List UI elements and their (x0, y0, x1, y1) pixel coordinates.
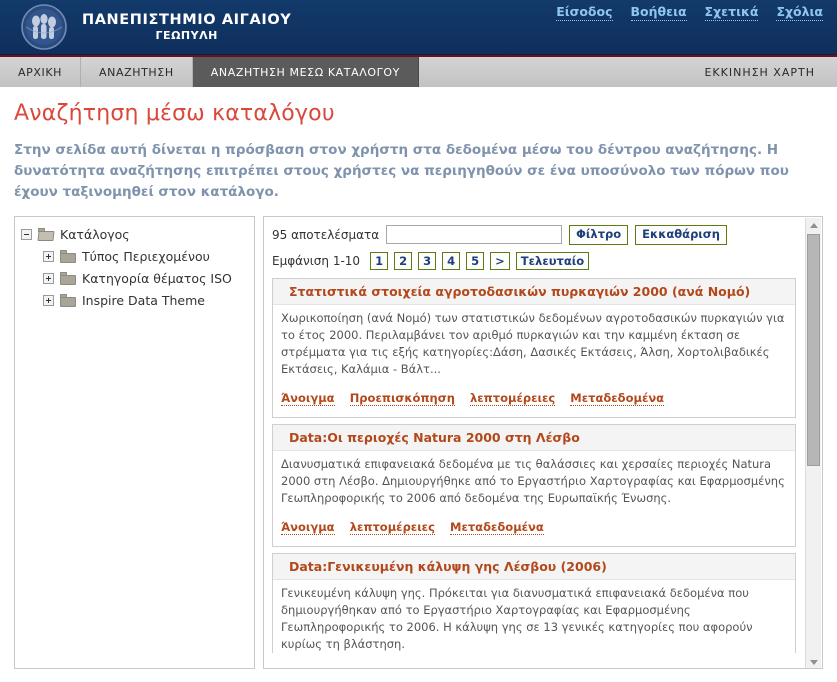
result-card: Data:Γενικευμένη κάλυψη γης Λέσβου (2006… (272, 552, 796, 653)
folder-closed-icon (60, 272, 76, 286)
filter-input[interactable] (386, 225, 563, 245)
tree-node-content-type[interactable]: Τύπος Περιεχομένου (21, 246, 250, 268)
university-seal-icon (16, 4, 72, 51)
tree-node-label: Τύπος Περιεχομένου (82, 249, 210, 265)
page-button-next[interactable]: > (490, 251, 510, 270)
result-link-open[interactable]: Άνοιγμα (281, 390, 335, 406)
result-link-open[interactable]: Άνοιγμα (281, 519, 335, 535)
content-columns: Κατάλογος Τύπος Περιεχομένου Κατηγορία θ… (14, 215, 823, 669)
page-button-3[interactable]: 3 (418, 251, 437, 270)
site-header: ΠΑΝΕΠΙΣΤΗΜΙΟ ΑΙΓΑΙΟΥ ΓΕΩΠΥΛΗ Είσοδος Βοή… (0, 0, 837, 55)
tree-node-inspire-data-theme[interactable]: Inspire Data Theme (21, 290, 250, 312)
result-link-details[interactable]: λεπτομέρειες (469, 390, 556, 406)
results-count-label: 95 αποτελέσματα (272, 227, 380, 242)
result-link-preview[interactable]: Προεπισκόπηση (349, 390, 455, 406)
top-link-about[interactable]: Σχετικά (704, 4, 759, 21)
tree-node-iso-topic-category[interactable]: Κατηγορία θέματος ISO (21, 268, 250, 290)
tab-catalog-search[interactable]: ΑΝΑΖΗΤΗΣΗ ΜΕΣΩ ΚΑΤΑΛΟΓΟΥ (192, 57, 419, 87)
filter-button[interactable]: Φίλτρο (569, 224, 629, 245)
top-link-help[interactable]: Βοήθεια (630, 4, 687, 21)
results-scrollbar[interactable] (805, 217, 822, 668)
clear-button[interactable]: Εκκαθάριση (635, 224, 727, 245)
result-title[interactable]: Στατιστικά στοιχεία αγροτοδασικών πυρκαγ… (273, 278, 795, 305)
page-body: Αναζήτηση μέσω καταλόγου Στην σελίδα αυτ… (0, 87, 837, 669)
scrollbar-thumb[interactable] (807, 233, 820, 466)
result-description: Γενικευμένη κάλυψη γης. Πρόκειται για δι… (281, 585, 753, 651)
expand-toggle-icon[interactable] (43, 251, 54, 263)
results-inner: 95 αποτελέσματα Φίλτρο Εκκαθάριση Εμφάνι… (264, 217, 822, 668)
showing-range-label: Εμφάνιση 1-10 (272, 253, 361, 268)
result-card: Στατιστικά στοιχεία αγροτοδασικών πυρκαγ… (272, 277, 796, 418)
result-description: Διανυσματικά επιφανειακά δεδομένα με τις… (281, 456, 785, 505)
top-link-comments[interactable]: Σχόλια (776, 4, 823, 21)
scroll-down-arrow-icon[interactable] (806, 655, 822, 668)
filter-row: 95 αποτελέσματα Φίλτρο Εκκαθάριση (272, 224, 812, 245)
tab-launch-map[interactable]: ΕΚΚΙΝΗΣΗ ΧΑΡΤΗ (686, 57, 837, 87)
expand-toggle-icon[interactable] (43, 273, 54, 285)
expand-toggle-icon[interactable] (43, 295, 54, 307)
tree-node-catalog[interactable]: Κατάλογος (21, 224, 250, 246)
result-link-metadata[interactable]: Μεταδεδομένα (570, 390, 665, 406)
folder-open-icon (37, 228, 55, 242)
result-cards-list: Στατιστικά στοιχεία αγροτοδασικών πυρκαγ… (272, 277, 812, 653)
tree-node-label: Κατάλογος (60, 227, 130, 243)
results-panel: 95 αποτελέσματα Φίλτρο Εκκαθάριση Εμφάνι… (263, 215, 823, 669)
page-button-last[interactable]: Τελευταίο (515, 251, 590, 270)
page-button-2[interactable]: 2 (394, 251, 413, 270)
tab-search[interactable]: ΑΝΑΖΗΤΗΣΗ (81, 57, 193, 87)
result-link-details[interactable]: λεπτομέρειες (349, 519, 435, 535)
result-description: Χωρικοποίηση (ανά Νομό) των στατιστικών … (281, 310, 785, 376)
page-title: Αναζήτηση μέσω καταλόγου (14, 101, 335, 126)
result-action-links: Άνοιγμα Προεπισκόπηση λεπτομέρειες Μεταδ… (273, 380, 795, 411)
top-link-login[interactable]: Είσοδος (556, 4, 613, 21)
folder-closed-icon (60, 250, 76, 264)
result-link-metadata[interactable]: Μεταδεδομένα (450, 519, 544, 535)
result-card: Data:Οι περιοχές Natura 2000 στη Λέσβο Δ… (272, 423, 796, 547)
tree-node-label: Κατηγορία θέματος ISO (82, 271, 232, 287)
brand-text: ΠΑΝΕΠΙΣΤΗΜΙΟ ΑΙΓΑΙΟΥ ΓΕΩΠΥΛΗ (82, 12, 291, 42)
main-tabbar: ΑΡΧΙΚΗ ΑΝΑΖΗΤΗΣΗ ΑΝΑΖΗΤΗΣΗ ΜΕΣΩ ΚΑΤΑΛΟΓΟ… (0, 55, 837, 87)
result-action-links: Άνοιγμα λεπτομέρειες Μεταδεδομένα (273, 509, 795, 540)
folder-closed-icon (60, 294, 76, 308)
result-title[interactable]: Data:Γενικευμένη κάλυψη γης Λέσβου (2006… (273, 553, 795, 580)
pagination-row: Εμφάνιση 1-10 1 2 3 4 5 > Τελευταίο (272, 251, 812, 270)
collapse-toggle-icon[interactable] (21, 229, 32, 241)
page-description: Στην σελίδα αυτή δίνεται η πρόσβαση στον… (14, 142, 789, 200)
page-button-4[interactable]: 4 (442, 251, 461, 270)
tree-node-label: Inspire Data Theme (82, 293, 205, 309)
page-button-1[interactable]: 1 (370, 251, 389, 270)
result-title[interactable]: Data:Οι περιοχές Natura 2000 στη Λέσβο (273, 424, 795, 451)
scroll-up-arrow-icon[interactable] (806, 218, 822, 232)
tab-home[interactable]: ΑΡΧΙΚΗ (0, 57, 82, 87)
top-nav-links: Είσοδος Βοήθεια Σχετικά Σχόλια (556, 4, 823, 21)
page-button-5[interactable]: 5 (466, 251, 485, 270)
catalog-tree-panel: Κατάλογος Τύπος Περιεχομένου Κατηγορία θ… (14, 215, 255, 669)
brand-subtitle: ΓΕΩΠΥΛΗ (155, 28, 218, 42)
brand-title: ΠΑΝΕΠΙΣΤΗΜΙΟ ΑΙΓΑΙΟΥ (82, 11, 292, 28)
